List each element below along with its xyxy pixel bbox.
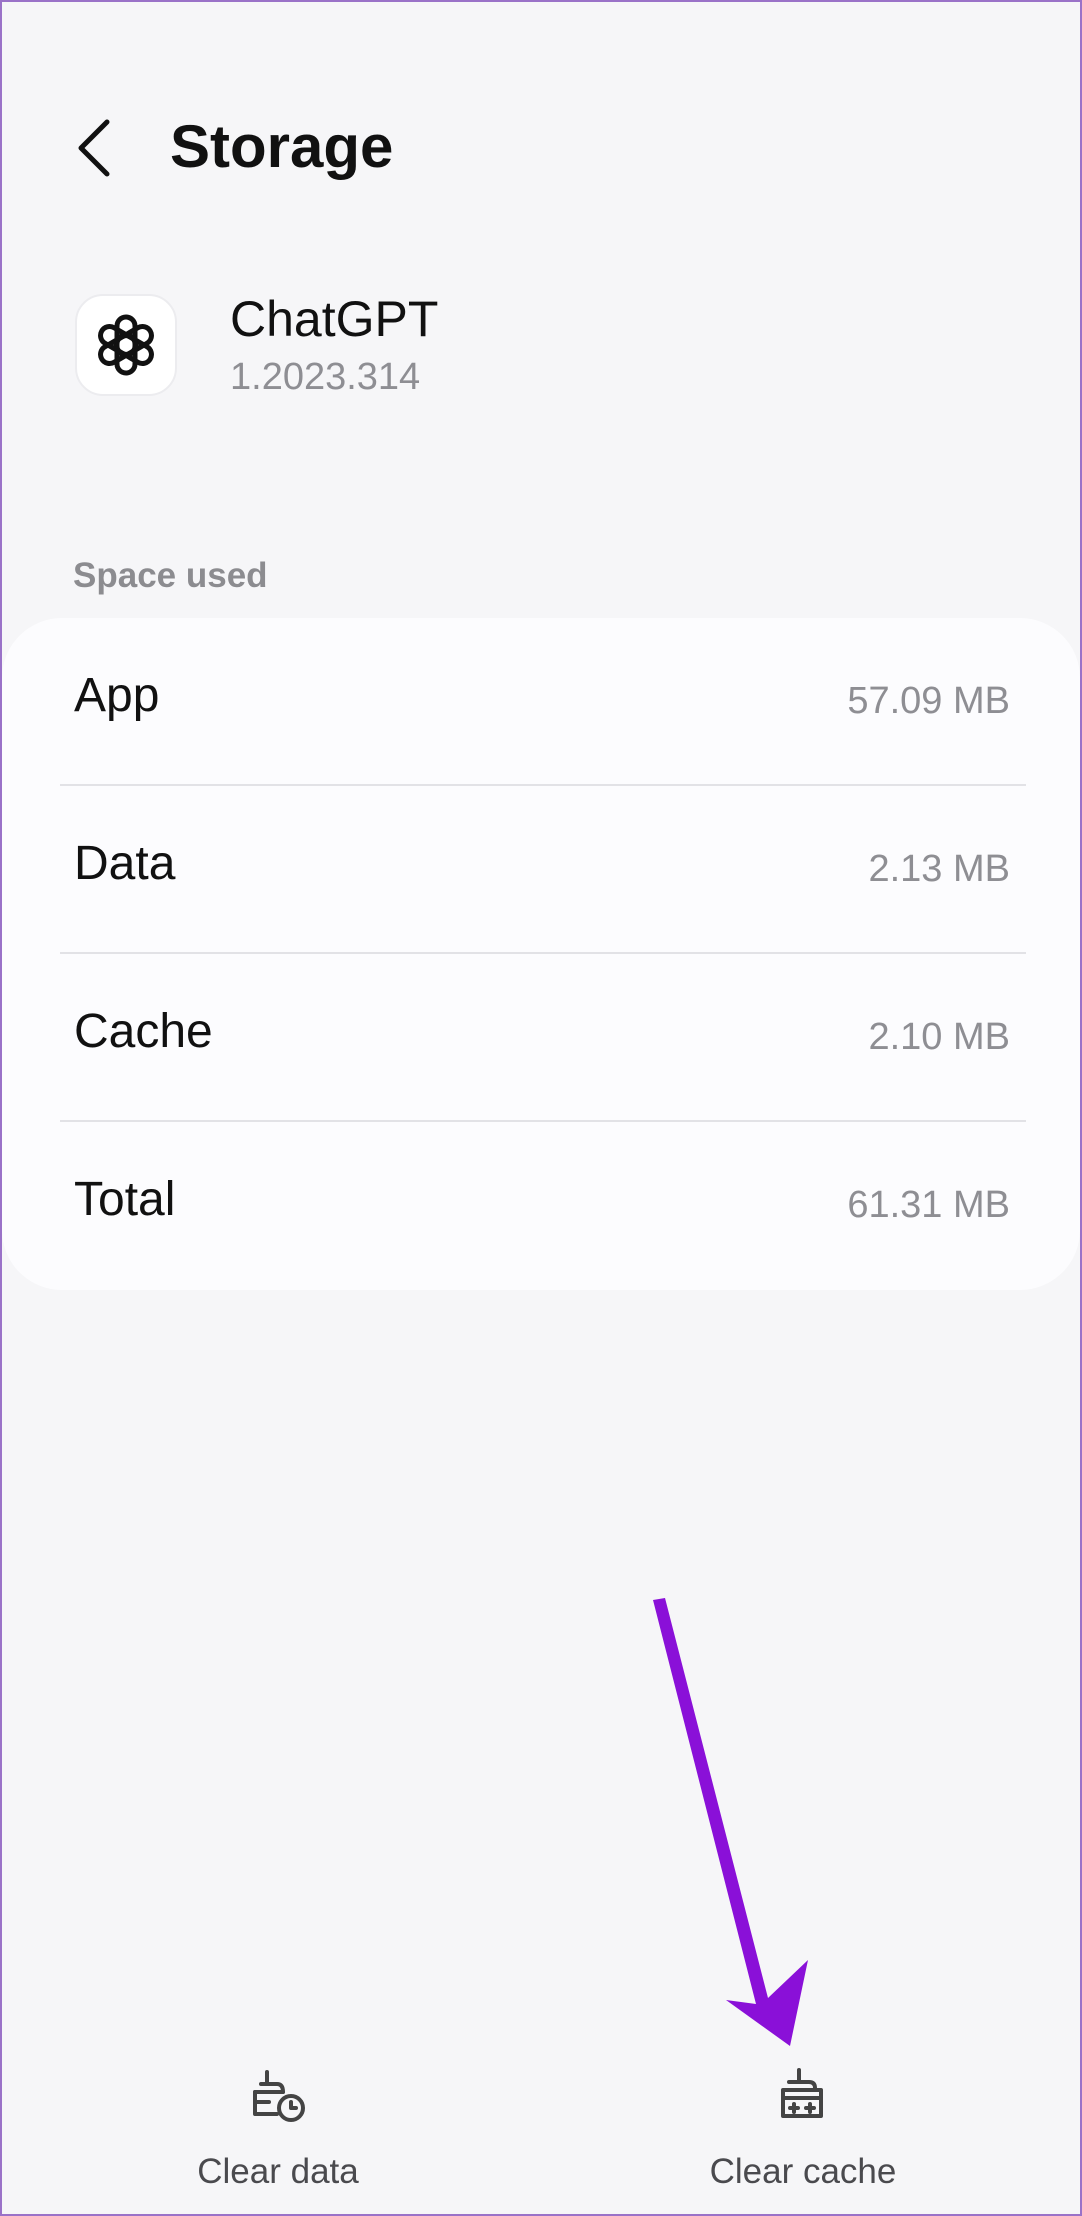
storage-row-data: Data 2.13 MB [2, 786, 1080, 954]
app-bar: Storage [0, 88, 1082, 208]
row-value: 61.31 MB [847, 1184, 1010, 1226]
openai-logo-icon [98, 314, 154, 376]
app-name: ChatGPT [230, 291, 439, 347]
clear-cache-icon-wrap [768, 2060, 838, 2130]
row-label: App [74, 669, 160, 722]
clear-cache-button[interactable]: Clear cache [623, 2060, 983, 2200]
back-button[interactable] [60, 110, 130, 186]
row-label: Data [74, 837, 176, 890]
app-icon [75, 294, 177, 396]
clear-data-button[interactable]: Clear data [98, 2060, 458, 2200]
app-info: ChatGPT 1.2023.314 [75, 290, 975, 400]
clear-data-icon [253, 2070, 305, 2122]
storage-row-cache: Cache 2.10 MB [2, 954, 1080, 1122]
row-label: Total [74, 1173, 176, 1226]
row-value: 2.13 MB [868, 848, 1010, 890]
clear-cache-icon [781, 2068, 823, 2118]
clear-data-label: Clear data [197, 2152, 359, 2191]
storage-row-app: App 57.09 MB [2, 618, 1080, 786]
chevron-left-icon [78, 119, 110, 177]
row-value: 57.09 MB [847, 680, 1010, 722]
app-version: 1.2023.314 [230, 356, 421, 398]
storage-row-total: Total 61.31 MB [2, 1122, 1080, 1290]
clear-data-icon-wrap [243, 2060, 313, 2130]
row-value: 2.10 MB [868, 1016, 1010, 1058]
row-label: Cache [74, 1005, 213, 1058]
storage-card: App 57.09 MB Data 2.13 MB Cache 2.10 MB … [2, 618, 1080, 1290]
section-label-space-used: Space used [73, 556, 268, 595]
clear-cache-label: Clear cache [709, 2152, 897, 2191]
page-title: Storage [170, 113, 394, 180]
